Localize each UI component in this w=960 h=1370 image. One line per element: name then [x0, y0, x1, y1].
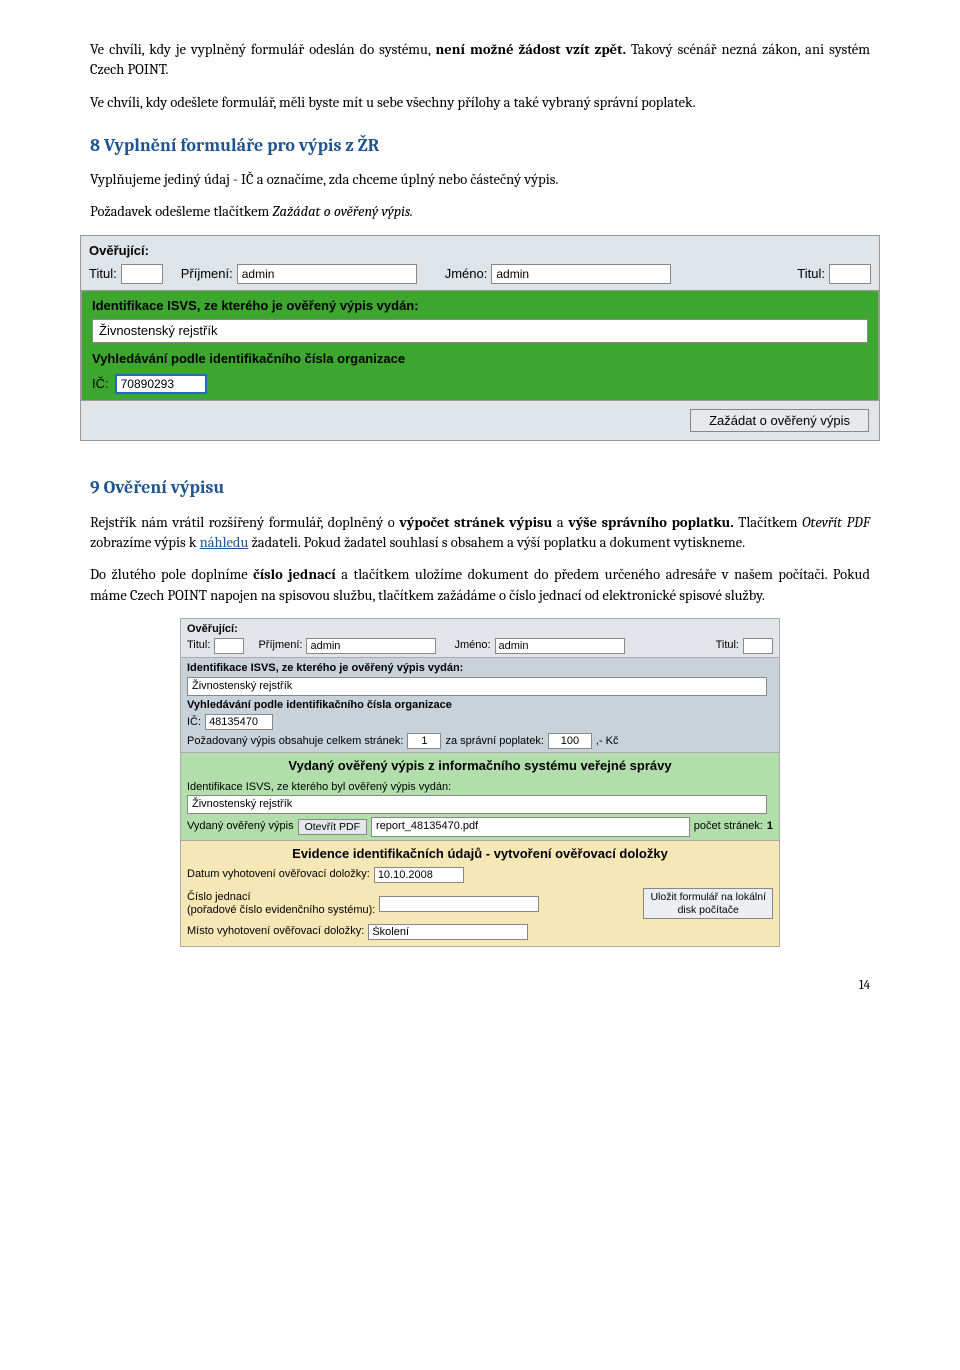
heading-section-8: 8 Vyplnění formuláře pro výpis z ŽR	[90, 133, 870, 158]
label-verifier: Ověřující:	[89, 243, 149, 258]
label-isvs-identification: Identifikace ISVS, ze kterého je ověřený…	[92, 297, 868, 315]
label-search-by-ico-2: Vyhledávání podle identifikačního čísla …	[187, 698, 773, 713]
paragraph-2: Ve chvíli, kdy odešlete formulář, měli b…	[90, 93, 870, 113]
input-page-count[interactable]	[407, 733, 441, 749]
label-page-count: počet stránek:	[694, 819, 763, 834]
value-isvs-name: Živnostenský rejstřík	[92, 319, 868, 343]
paragraph-5: Rejstřík nám vrátil rozšířený formulář, …	[90, 513, 870, 554]
input-ico[interactable]	[115, 374, 207, 394]
label-reference-number-sub: (pořadové číslo evidenčního systému):	[187, 904, 375, 917]
label-ico-2: IČ:	[187, 715, 201, 730]
label-title-before: Titul:	[89, 265, 117, 283]
label-isvs-identification-2: Identifikace ISVS, ze kterého je ověřený…	[187, 661, 773, 676]
label-title-after: Titul:	[797, 265, 825, 283]
value-isvs-name-2: Živnostenský rejstřík	[187, 677, 767, 696]
paragraph-6: Do žlutého pole doplníme číslo jednací a…	[90, 565, 870, 606]
label-ico: IČ:	[92, 375, 109, 393]
button-request-excerpt[interactable]: Zažádat o ověřený výpis	[690, 409, 869, 432]
input-firstname[interactable]	[491, 264, 671, 284]
label-surname: Příjmení:	[181, 265, 233, 283]
input-ico-2[interactable]	[205, 714, 273, 730]
input-issue-place[interactable]	[368, 924, 528, 940]
button-open-pdf[interactable]: Otevřít PDF	[298, 819, 367, 835]
label-firstname-2: Jméno:	[454, 638, 490, 653]
input-issue-date[interactable]	[374, 867, 464, 883]
label-title-before-2: Titul:	[187, 638, 210, 653]
button-save-local[interactable]: Uložit formulář na lokálnídisk počítače	[643, 888, 773, 919]
value-pdf-filename: report_48135470.pdf	[371, 817, 690, 836]
value-page-count: 1	[767, 819, 773, 834]
heading-evidence: Evidence identifikačních údajů - vytvoře…	[181, 841, 779, 867]
input-firstname-2[interactable]	[495, 638, 625, 654]
label-fee: za správní poplatek:	[445, 734, 543, 749]
label-reference-number: Číslo jednací	[187, 891, 375, 904]
label-title-after-2: Titul:	[716, 638, 739, 653]
paragraph-1: Ve chvíli, kdy je vyplněný formulář odes…	[90, 40, 870, 81]
input-title-after[interactable]	[829, 264, 871, 284]
label-issued-excerpt: Vydaný ověřený výpis	[187, 819, 294, 834]
label-isvs-identification-issued: Identifikace ISVS, ze kterého byl ověřen…	[187, 780, 773, 795]
input-title-before-2[interactable]	[214, 638, 244, 654]
link-preview[interactable]: náhledu	[200, 534, 249, 551]
form-request-excerpt: Ověřující: Titul: Příjmení: Jméno: Titul…	[80, 235, 880, 442]
heading-issued-excerpt: Vydaný ověřený výpis z informačního syst…	[181, 753, 779, 779]
label-firstname: Jméno:	[445, 265, 488, 283]
label-currency: ,- Kč	[596, 734, 619, 749]
input-fee[interactable]	[548, 733, 592, 749]
input-title-after-2[interactable]	[743, 638, 773, 654]
input-reference-number[interactable]	[379, 896, 539, 912]
label-issue-date: Datum vyhotovení ověřovací doložky:	[187, 867, 370, 882]
label-search-by-ico: Vyhledávání podle identifikačního čísla …	[92, 350, 868, 368]
heading-section-9: 9 Ověření výpisu	[90, 475, 870, 500]
input-surname-2[interactable]	[306, 638, 436, 654]
label-verifier-2: Ověřující:	[187, 623, 238, 635]
input-surname[interactable]	[237, 264, 417, 284]
label-issue-place: Místo vyhotovení ověřovací doložky:	[187, 924, 364, 939]
paragraph-3: Vyplňujeme jediný údaj - IČ a označíme, …	[90, 170, 870, 190]
page-number: 14	[90, 977, 870, 995]
label-pages-requested: Požadovaný výpis obsahuje celkem stránek…	[187, 734, 403, 749]
label-surname-2: Příjmení:	[258, 638, 302, 653]
input-title-before[interactable]	[121, 264, 163, 284]
form-excerpt-result: Ověřující: Titul: Příjmení: Jméno: Titul…	[180, 618, 780, 947]
value-isvs-name-issued: Živnostenský rejstřík	[187, 795, 767, 814]
paragraph-4: Požadavek odešleme tlačítkem Zažádat o o…	[90, 202, 870, 222]
